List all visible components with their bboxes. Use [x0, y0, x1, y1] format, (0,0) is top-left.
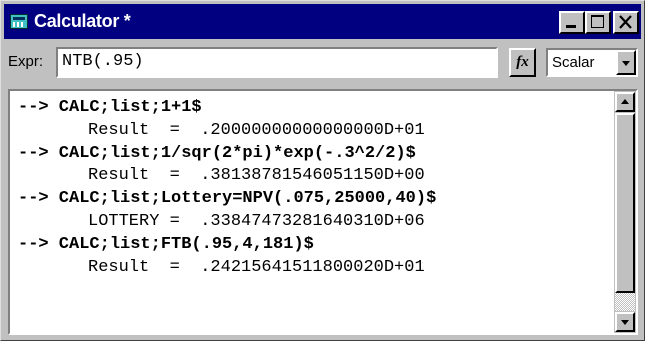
result-line: Result = .20000000000000000D+01: [88, 120, 425, 140]
result-line: Result = .38138781546051150D+00: [88, 166, 425, 186]
calculator-icon[interactable]: [10, 14, 28, 29]
output-lines: --> CALC;list;1+1$ Result = .200000000000…: [18, 97, 608, 279]
scroll-down-button[interactable]: [615, 312, 635, 332]
close-icon: [619, 15, 632, 29]
calculator-window: Calculator * Expr: NTB(.95) fx Scalar --…: [0, 0, 645, 341]
expression-input[interactable]: NTB(.95): [56, 47, 498, 78]
maximize-button[interactable]: [585, 11, 611, 34]
output-pane[interactable]: --> CALC;list;1+1$ Result = .200000000000…: [8, 89, 638, 335]
close-button[interactable]: [613, 11, 639, 34]
command-line: --> CALC;list;1+1$: [18, 98, 202, 117]
maximize-icon: [591, 15, 604, 28]
window-title: Calculator *: [34, 11, 131, 31]
mode-select[interactable]: Scalar: [546, 48, 638, 77]
command-line: --> CALC;list;1/sqr(2*pi)*exp(-.3^2/2)$: [18, 143, 416, 163]
scroll-thumb[interactable]: [615, 113, 635, 293]
title-bar[interactable]: Calculator *: [4, 4, 641, 39]
minimize-icon: [566, 25, 576, 28]
vertical-scrollbar[interactable]: [614, 91, 636, 333]
arrow-up-icon: [621, 99, 629, 104]
scroll-up-button[interactable]: [615, 92, 635, 112]
expression-bar: Expr: NTB(.95) fx Scalar: [4, 43, 641, 83]
command-line: --> CALC;list;Lottery=NPV(.075,25000,40)…: [18, 189, 437, 209]
minimize-button[interactable]: [559, 11, 585, 34]
function-button[interactable]: fx: [509, 48, 536, 77]
result-line: Result = .24215641511800020D+01: [88, 257, 425, 277]
command-line: --> CALC;list;FTB(.95,4,181)$: [18, 234, 314, 254]
mode-value: Scalar: [552, 54, 595, 71]
chevron-down-icon: [622, 61, 630, 66]
dropdown-button[interactable]: [616, 50, 636, 75]
result-line: LOTTERY = .33847473281640310D+06: [88, 211, 425, 231]
expr-label: Expr:: [8, 53, 44, 70]
arrow-down-icon: [621, 320, 629, 325]
